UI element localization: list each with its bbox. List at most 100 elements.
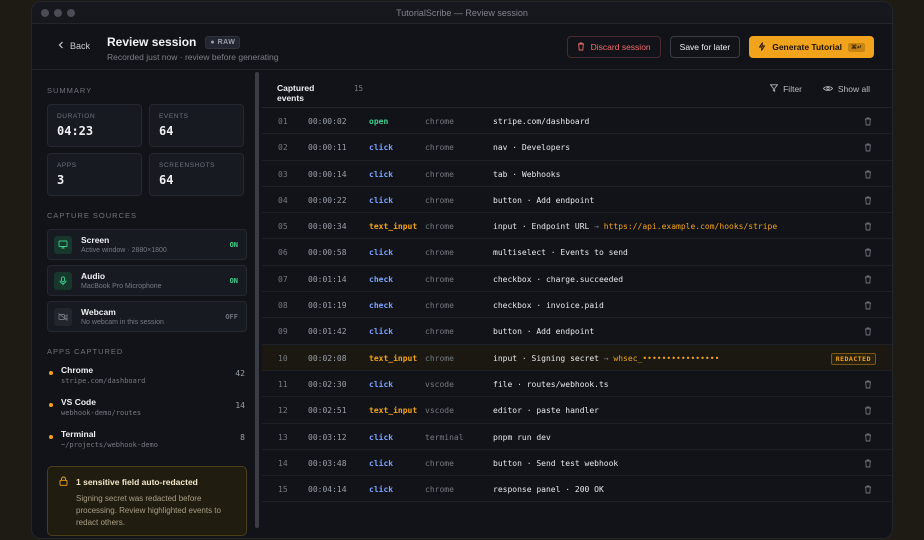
delete-event-icon[interactable] [864, 485, 872, 496]
page-header: Back Review session ● RAW Recorded just … [32, 24, 892, 70]
event-row[interactable]: 12 00:02:51 text_input vscode editor · paste… [262, 397, 892, 424]
event-row[interactable]: 10 00:02:08 text_input chrome input · Signin… [262, 344, 892, 371]
stat-events: EVENTS 64 [149, 104, 244, 147]
event-row[interactable]: 06 00:00:58 click chrome multiselect · Event… [262, 239, 892, 266]
events-panel: Captured events 15 Filter Show all 01 00:0… [262, 71, 892, 538]
delete-event-icon[interactable] [864, 117, 872, 128]
title-bar: TutorialScribe — Review session [32, 2, 892, 24]
event-row[interactable]: 11 00:02:30 click vscode file · routes/webho… [262, 371, 892, 398]
stat-label: DURATION [57, 113, 96, 120]
back-button[interactable]: Back [58, 41, 90, 51]
app-dot-icon [49, 403, 53, 407]
back-label: Back [70, 41, 91, 51]
event-action: click [369, 458, 394, 468]
delete-event-icon[interactable] [864, 170, 872, 181]
app-item-terminal[interactable]: Terminal ~/projects/webhook-demo 8 [47, 429, 247, 461]
source-audio[interactable]: Audio MacBook Pro Microphone ON [47, 265, 247, 296]
event-timestamp: 00:02:51 [308, 406, 347, 416]
source-screen[interactable]: Screen Active window · 2880×1800 ON [47, 229, 247, 260]
apps-captured-heading: APPS CAPTURED [47, 347, 124, 356]
source-status: ON [229, 277, 238, 285]
discard-label: Discard session [590, 42, 651, 52]
event-action: text_input [369, 353, 418, 363]
delete-event-icon[interactable] [864, 196, 872, 207]
event-target: input · Endpoint URL → https://api.examp… [493, 222, 778, 232]
event-timestamp: 00:04:14 [308, 485, 347, 495]
event-app: chrome [425, 353, 454, 363]
source-webcam[interactable]: Webcam No webcam in this session OFF [47, 301, 247, 332]
delete-event-icon[interactable] [864, 406, 872, 417]
event-timestamp: 00:00:11 [308, 143, 347, 153]
generate-tutorial-button[interactable]: Generate Tutorial ⌘↵ [749, 36, 874, 58]
event-row[interactable]: 05 00:00:34 text_input chrome input · Endpoi… [262, 213, 892, 240]
event-target: stripe.com/dashboard [493, 117, 590, 126]
delete-event-icon[interactable] [864, 222, 872, 233]
event-row[interactable]: 08 00:01:19 check chrome checkbox · invoice.… [262, 292, 892, 319]
stat-value: 3 [57, 173, 65, 187]
stat-value: 64 [159, 124, 174, 138]
show-all-button[interactable]: Show all [822, 84, 870, 94]
stat-duration: DURATION 04:23 [47, 104, 142, 147]
app-count: 42 [235, 369, 245, 378]
delete-event-icon[interactable] [864, 275, 872, 286]
filter-label: Filter [783, 84, 802, 94]
event-index: 11 [278, 379, 288, 389]
delete-event-icon[interactable] [864, 459, 872, 470]
delete-event-icon[interactable] [864, 143, 872, 154]
event-row[interactable]: 14 00:03:48 click chrome button · Send test … [262, 450, 892, 477]
event-index: 04 [278, 195, 288, 205]
event-app: chrome [425, 485, 454, 495]
app-path: webhook-demo/routes [61, 409, 142, 417]
event-row[interactable]: 09 00:01:42 click chrome button · Add endpoi… [262, 318, 892, 345]
delete-event-icon[interactable] [864, 433, 872, 444]
source-name: Screen [81, 235, 110, 245]
chevron-left-icon [58, 41, 64, 51]
save-for-later-button[interactable]: Save for later [669, 36, 741, 58]
event-target: tab · Webhooks [493, 169, 561, 179]
event-timestamp: 00:03:48 [308, 458, 347, 468]
event-index: 02 [278, 143, 288, 153]
webcam-off-icon [54, 307, 72, 326]
event-timestamp: 00:00:34 [308, 222, 347, 232]
app-item-vscode[interactable]: VS Code webhook-demo/routes 14 [47, 397, 247, 429]
discard-session-button[interactable]: Discard session [566, 36, 661, 58]
sidebar-scrollbar[interactable] [255, 72, 259, 528]
event-timestamp: 00:00:22 [308, 195, 347, 205]
delete-event-icon[interactable] [864, 301, 872, 312]
shortcut-hint: ⌘↵ [847, 42, 865, 52]
stat-label: EVENTS [159, 113, 189, 120]
delete-event-icon[interactable] [864, 327, 872, 338]
app-path: ~/projects/webhook-demo [61, 441, 158, 449]
event-action: click [369, 143, 394, 153]
event-row[interactable]: 04 00:00:22 click chrome button · Add endpoi… [262, 187, 892, 214]
event-row[interactable]: 13 00:03:12 click terminal pnpm run dev [262, 424, 892, 450]
event-timestamp: 00:01:19 [308, 301, 347, 311]
event-value: whsec_•••••••••••••••• [613, 353, 720, 363]
event-index: 06 [278, 248, 288, 258]
event-target: checkbox · charge.succeeded [493, 274, 624, 284]
events-count: 15 [354, 84, 364, 93]
event-action: open [369, 117, 389, 126]
event-timestamp: 00:01:42 [308, 327, 347, 337]
event-row[interactable]: 15 00:04:14 click chrome response panel · 20… [262, 476, 892, 503]
event-row[interactable]: 03 00:00:14 click chrome tab · Webhooks [262, 161, 892, 187]
eye-icon [822, 84, 833, 94]
event-index: 14 [278, 458, 288, 468]
event-index: 07 [278, 274, 288, 284]
event-timestamp: 00:01:14 [308, 274, 347, 284]
delete-event-icon[interactable] [864, 248, 872, 259]
event-row[interactable]: 01 00:00:02 open chrome stripe.com/dashboard [262, 108, 892, 135]
app-item-chrome[interactable]: Chrome stripe.com/dashboard 42 [47, 365, 247, 397]
event-row[interactable]: 02 00:00:11 click chrome nav · Developers [262, 134, 892, 161]
event-target: multiselect · Events to send [493, 248, 628, 258]
delete-event-icon[interactable] [864, 380, 872, 391]
filter-button[interactable]: Filter [769, 84, 802, 94]
generate-label: Generate Tutorial [772, 42, 842, 52]
event-target: input · Signing secret → whsec_•••••••••… [493, 353, 720, 363]
event-action: check [369, 301, 394, 311]
event-row[interactable]: 07 00:01:14 check chrome checkbox · charge.s… [262, 266, 892, 293]
raw-badge: ● RAW [205, 35, 241, 49]
event-action: check [369, 274, 394, 284]
filter-icon [769, 84, 779, 94]
source-status: OFF [225, 313, 238, 321]
